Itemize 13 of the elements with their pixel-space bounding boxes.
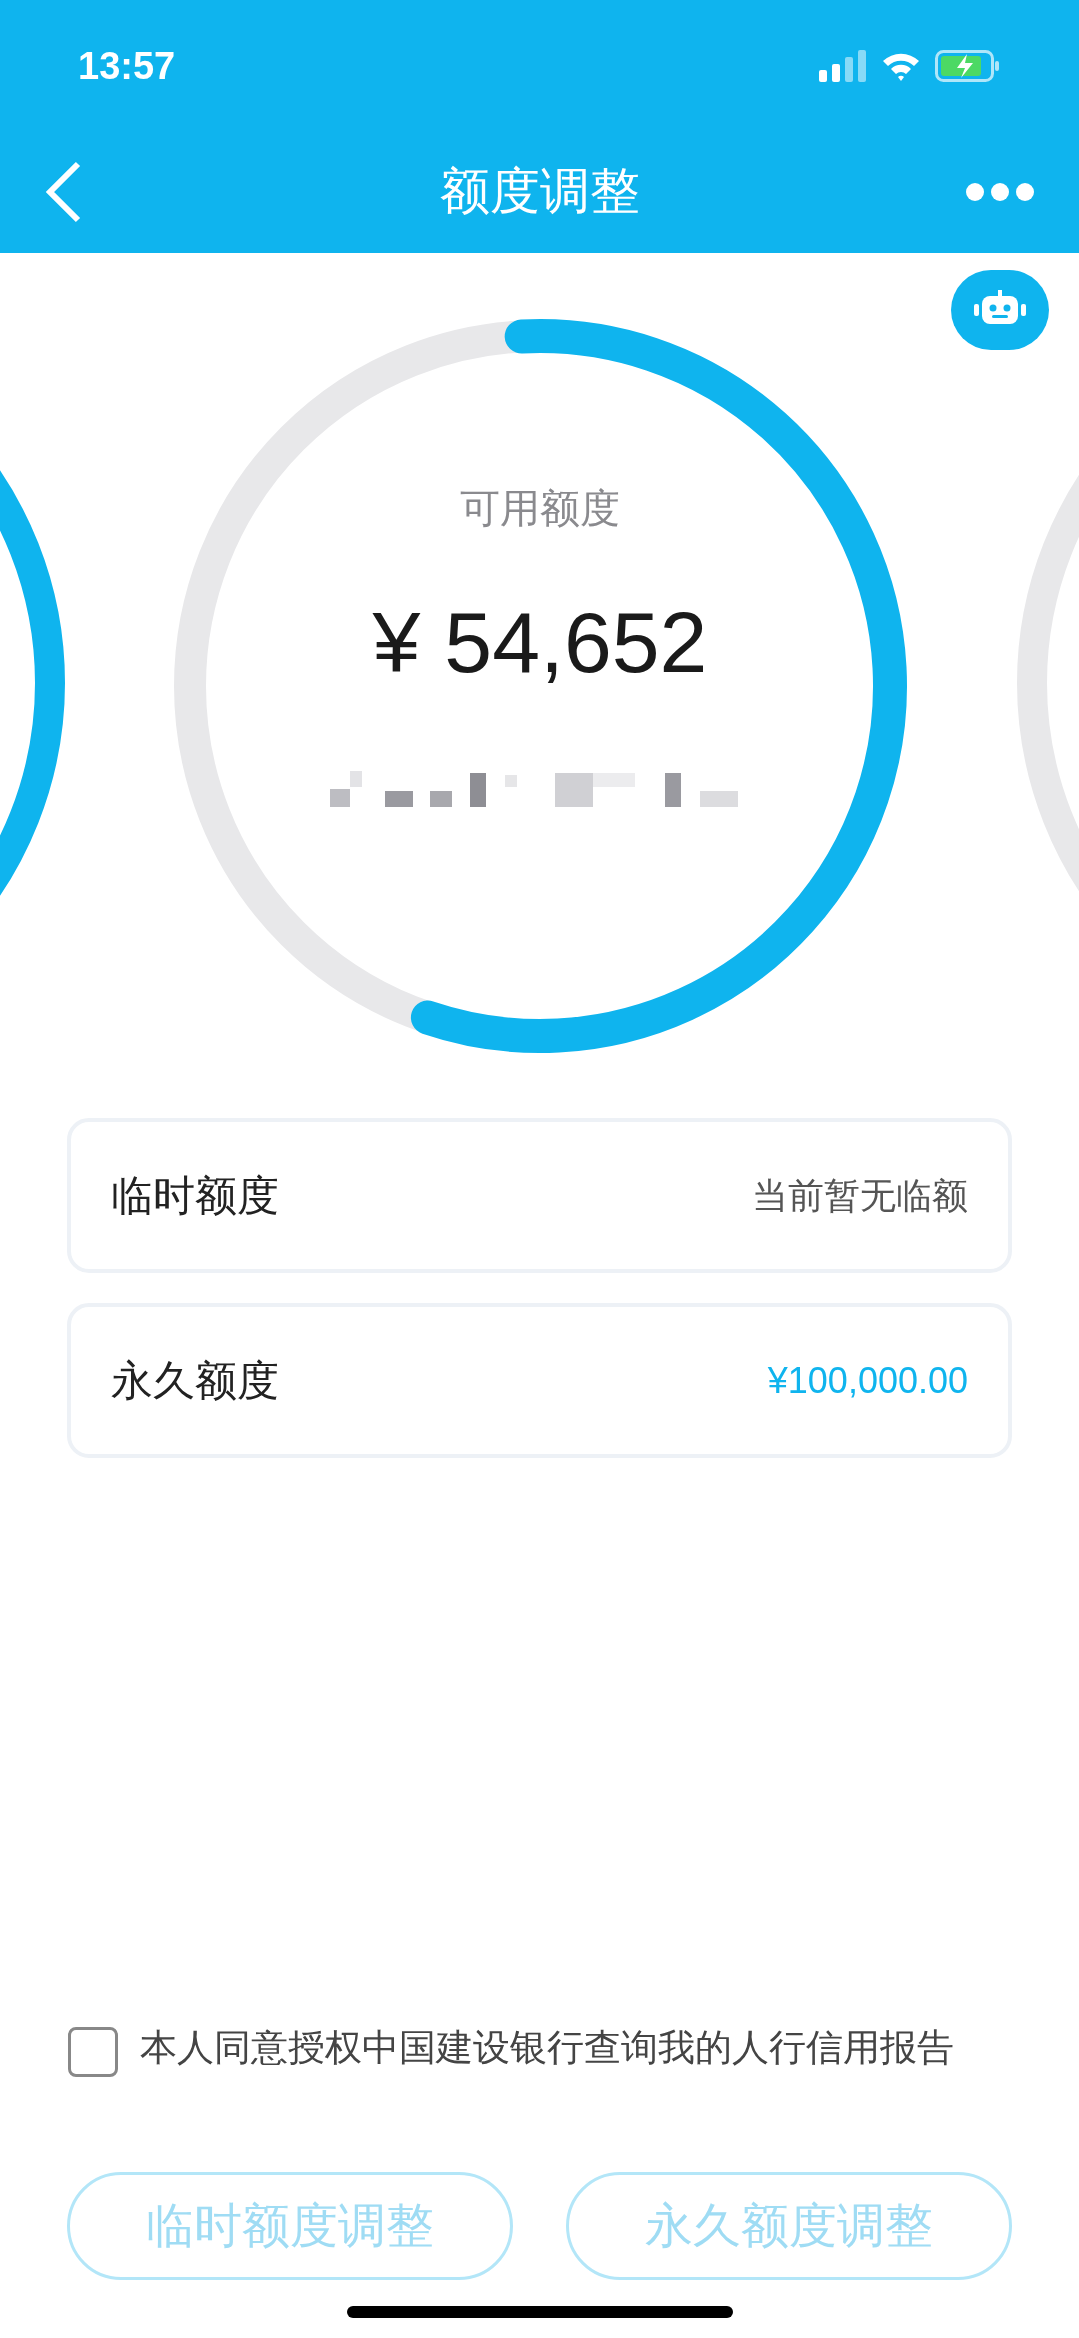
limit-value: ¥100,000.00 [767, 1358, 968, 1403]
more-icon[interactable] [965, 181, 1035, 202]
battery-icon [935, 50, 1001, 82]
consent-text: 本人同意授权中国建设银行查询我的人行信用报告 [140, 2026, 955, 2070]
consent-checkbox[interactable] [68, 2027, 118, 2077]
available-label: 可用额度 [460, 485, 620, 532]
limit-label: 临时额度 [111, 1171, 279, 1221]
limit-value: 当前暂无临额 [752, 1173, 968, 1218]
status-time: 13:57 [78, 43, 176, 89]
available-amount: ¥ 54,652 [372, 593, 708, 692]
signal-icon [819, 50, 867, 82]
page-title: 额度调整 [439, 162, 640, 221]
limit-label: 永久额度 [111, 1356, 279, 1406]
